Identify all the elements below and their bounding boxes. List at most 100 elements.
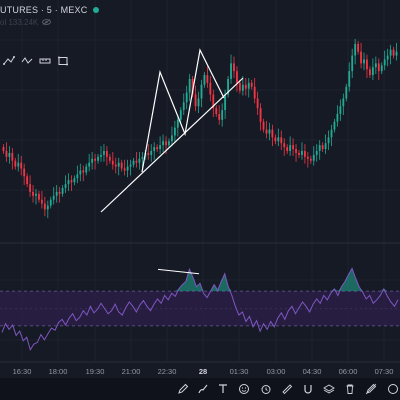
candle-body: [35, 193, 37, 196]
candle-body: [354, 43, 357, 56]
candle-body: [348, 71, 351, 87]
candle-body: [165, 141, 167, 146]
candle-body: [105, 151, 108, 157]
ruler-icon[interactable]: [280, 382, 294, 396]
candle-body: [91, 158, 94, 163]
candle-body: [171, 135, 173, 142]
candle-body: [111, 160, 114, 165]
candle-body: [40, 199, 43, 204]
time-label: 03:00: [266, 367, 286, 376]
candle-body: [371, 67, 374, 76]
magnet-icon[interactable]: [301, 382, 315, 396]
candle-body: [23, 168, 26, 177]
candle-body: [26, 176, 29, 185]
candle-body: [283, 143, 286, 148]
candle-body: [330, 129, 333, 138]
candle-body: [377, 63, 380, 72]
multi-point-icon[interactable]: [20, 55, 34, 67]
candle-body: [286, 147, 289, 151]
candle-body: [194, 94, 197, 107]
candle-body: [238, 82, 241, 91]
candle-body: [230, 63, 232, 79]
candle-body: [366, 59, 368, 70]
candle-body: [383, 59, 386, 66]
candle-body: [274, 137, 277, 142]
candle-body: [188, 78, 191, 93]
time-label-day: 28: [198, 367, 208, 376]
candle-body: [336, 114, 339, 122]
eye-icon[interactable]: [42, 19, 52, 25]
candle-body: [200, 84, 203, 99]
candle-body: [271, 129, 274, 138]
time-label: 06:00: [338, 367, 358, 376]
candle-body: [374, 63, 377, 68]
brush-icon[interactable]: [196, 382, 210, 396]
support-trendline: [100, 77, 244, 213]
symbol-header[interactable]: UTURES · 5 · MEXC: [0, 3, 100, 17]
candle-body: [241, 84, 244, 91]
candle-body: [182, 102, 185, 111]
candle-body: [247, 82, 250, 89]
candle-body: [280, 137, 283, 144]
candle-body: [58, 191, 61, 194]
candle-body: [303, 151, 306, 157]
pen-slash-icon[interactable]: [364, 382, 378, 396]
candle-body: [185, 92, 188, 103]
candle-body: [312, 154, 315, 161]
candle-body: [298, 152, 300, 155]
emoji-icon[interactable]: [237, 382, 251, 396]
candle-body: [2, 147, 5, 151]
candle-body: [380, 65, 383, 72]
layers-icon[interactable]: [322, 382, 336, 396]
expand-icon[interactable]: [386, 382, 400, 396]
candle-body: [129, 164, 132, 167]
candle-body: [73, 178, 76, 183]
candle-body: [321, 145, 324, 150]
candle-body: [315, 151, 318, 155]
candle-body: [46, 205, 49, 210]
candle-body: [333, 121, 336, 130]
candle-body: [342, 98, 345, 107]
pen-icon[interactable]: [176, 382, 190, 396]
candle-body: [11, 152, 14, 161]
trash-icon[interactable]: [343, 382, 357, 396]
candle-body: [324, 143, 327, 150]
candle-body: [250, 82, 253, 87]
text-icon[interactable]: [216, 382, 230, 396]
time-label: 21:00: [121, 367, 141, 376]
candle-body: [215, 108, 218, 114]
candle-body: [52, 195, 55, 200]
candle-body: [292, 145, 295, 150]
candle-body: [265, 129, 268, 134]
candle-body: [82, 170, 85, 173]
rectangle-icon[interactable]: [56, 55, 70, 67]
candle-body: [206, 75, 209, 83]
trend-line-icon[interactable]: [2, 55, 16, 67]
candle-body: [262, 121, 265, 130]
candle-body: [224, 94, 227, 111]
candle-body: [156, 147, 159, 150]
candle-body: [138, 158, 141, 163]
candle-body: [339, 106, 342, 114]
candle-body: [67, 180, 70, 185]
divergence-line: [157, 268, 200, 275]
candle-body: [17, 162, 20, 167]
candle-body: [64, 184, 67, 188]
candle-body: [301, 151, 303, 155]
candle-body: [100, 154, 102, 157]
candle-body: [277, 137, 280, 142]
candle-body: [20, 162, 23, 169]
candle-body: [289, 145, 292, 151]
candle-body: [351, 55, 354, 72]
candle-body: [38, 193, 40, 200]
ruler-icon[interactable]: [38, 55, 52, 67]
alarm-icon[interactable]: [259, 382, 273, 396]
candle-body: [360, 51, 362, 64]
candle-body: [141, 156, 144, 159]
candle-body: [395, 51, 398, 56]
candle-body: [14, 160, 17, 167]
candle-body: [29, 184, 31, 192]
candle-body: [268, 129, 271, 134]
candle-body: [5, 151, 8, 157]
candle-body: [123, 168, 126, 171]
